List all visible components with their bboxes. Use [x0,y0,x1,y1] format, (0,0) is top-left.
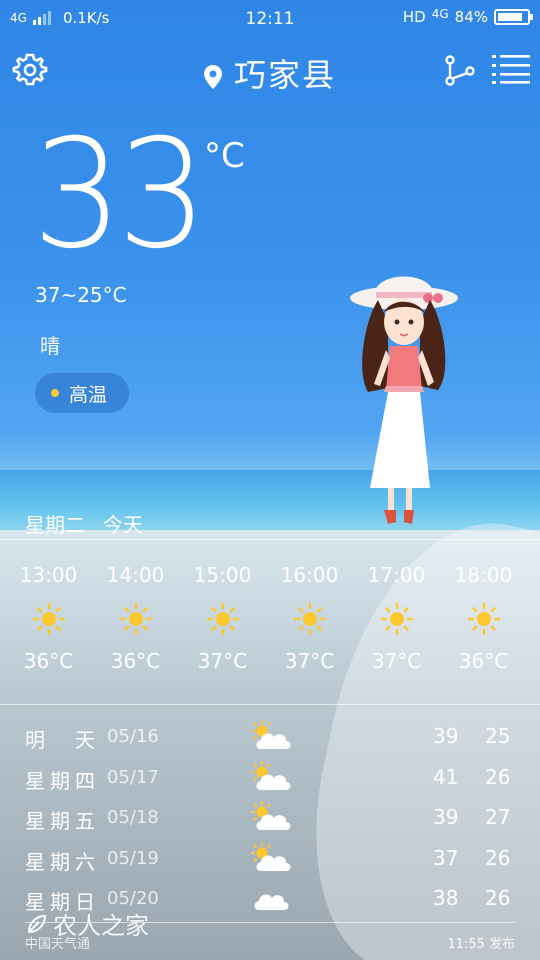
app-header: 巧家县 [0,48,540,94]
today-label: 星期二 今天 [25,509,143,538]
hour-time: 13:00 [19,563,78,587]
hd-indicator: HD [402,8,426,26]
hourly-item: 14:00 36°C [92,563,179,673]
temperature-range: 37~25°C [35,283,127,307]
daily-row[interactable]: 星期六 05/19 37 26 [25,840,515,881]
day-high: 37 [433,845,459,870]
hour-time: 17:00 [367,563,426,587]
partly-cloudy-icon [251,841,291,872]
hour-temp: 37°C [197,649,248,673]
temperature-unit: °C [204,136,245,176]
day-date: 05/16 [107,726,159,747]
alert-badge[interactable]: 高温 [35,373,129,413]
day-low: 26 [485,845,511,870]
leaf-icon [27,914,47,933]
share-icon[interactable] [444,54,476,86]
day-high: 39 [433,805,459,829]
battery-percent: 84% [454,8,488,26]
cloud-icon [254,894,289,910]
day-high: 39 [433,724,459,748]
alert-badge-label: 高温 [69,383,108,406]
badge-dot [51,389,59,397]
hourly-item: 17:00 37°C [353,563,440,673]
partly-cloudy-icon [251,801,291,831]
day-high: 41 [433,764,459,789]
network-indicator-right: 4G [431,7,449,21]
today-weekday: 星期二 [25,513,85,537]
location-pin-icon [203,65,222,89]
day-low: 25 [485,724,511,748]
status-bar: 4G 0.1K/s 12:11 HD 4G 84% [0,0,540,36]
hour-temp: 36°C [110,649,161,673]
hourly-forecast: 13:00 36°C 14:00 36°C 15:00 37°C 16:00 3… [5,563,535,673]
hour-time: 15:00 [193,563,252,587]
day-name: 星期四 [25,768,95,793]
divider [0,704,540,705]
sun-icon [293,602,326,636]
hourly-item: 15:00 37°C [179,563,266,673]
hour-time: 14:00 [106,563,165,587]
sun-icon [467,602,500,636]
hour-time: 18:00 [454,563,513,587]
hour-temp: 36°C [23,649,74,673]
day-date: 05/18 [107,807,159,828]
battery-icon [494,9,533,25]
sun-icon [380,602,413,636]
data-source: 中国天气通 [25,937,91,952]
publish-time: 11:55 发布 [447,937,515,952]
day-name: 明天 [25,728,95,752]
current-temperature: 33 [32,108,208,282]
divider [0,539,540,540]
partly-cloudy-icon [251,760,291,791]
hourly-item: 18:00 36°C [440,563,527,673]
daily-row[interactable]: 明天 05/16 39 25 [25,718,515,759]
day-date: 05/17 [107,766,159,788]
hour-time: 16:00 [280,563,339,587]
sun-icon [206,602,239,636]
city-name: 巧家县 [233,56,336,94]
sun-icon [119,602,152,636]
character-illustration [350,276,458,524]
day-low: 26 [485,764,511,789]
list-menu-icon[interactable] [492,54,530,84]
partly-cloudy-icon [251,720,291,750]
day-low: 27 [485,805,511,829]
day-high: 38 [433,886,459,910]
daily-forecast: 明天 05/16 39 25 星期四 05/17 41 26 星期五 05/18… [25,718,515,921]
hourly-item: 13:00 36°C [5,563,92,673]
hour-temp: 37°C [371,649,422,673]
hour-temp: 36°C [458,649,509,673]
daily-row[interactable]: 星期五 05/18 39 27 [25,799,515,840]
day-name: 星期六 [25,849,95,874]
day-date: 05/19 [107,847,159,869]
day-low: 26 [485,886,511,910]
hour-temp: 37°C [284,649,335,673]
today-text: 今天 [103,513,143,537]
day-name: 星期五 [25,809,95,833]
sun-icon [32,602,65,636]
hourly-item: 16:00 37°C [266,563,353,673]
weather-condition: 晴 [40,334,60,358]
daily-row[interactable]: 星期四 05/17 41 26 [25,759,515,800]
